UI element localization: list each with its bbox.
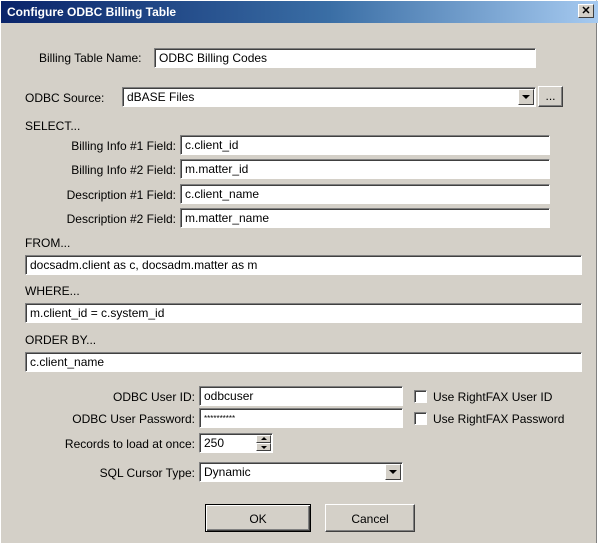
- billing-info-2-label: Billing Info #2 Field:: [71, 163, 176, 177]
- billing-info-2-input[interactable]: m.matter_id: [180, 159, 550, 179]
- ok-button[interactable]: OK: [205, 504, 311, 532]
- where-heading: WHERE...: [25, 284, 80, 298]
- description-2-input[interactable]: m.matter_name: [180, 208, 550, 228]
- sql-cursor-type-select[interactable]: Dynamic: [199, 462, 403, 482]
- description-1-label: Description #1 Field:: [66, 188, 176, 202]
- from-input[interactable]: docsadm.client as c, docsadm.matter as m: [25, 255, 582, 275]
- records-to-load-value: 250: [204, 436, 225, 450]
- order-by-value: c.client_name: [30, 355, 105, 369]
- odbc-user-password-label: ODBC User Password:: [72, 412, 195, 426]
- cancel-button[interactable]: Cancel: [325, 504, 415, 532]
- billing-table-name-value: ODBC Billing Codes: [159, 51, 268, 65]
- spin-up-icon[interactable]: [256, 435, 271, 443]
- close-icon: ✕: [581, 5, 591, 17]
- sql-cursor-type-label: SQL Cursor Type:: [99, 466, 195, 480]
- use-rightfax-user-id-checkbox[interactable]: [414, 390, 427, 403]
- description-1-value: c.client_name: [185, 187, 260, 201]
- odbc-user-password-value: **********: [204, 414, 236, 423]
- use-rightfax-user-id-label[interactable]: Use RightFAX User ID: [433, 390, 552, 404]
- odbc-user-id-label: ODBC User ID:: [112, 390, 195, 404]
- billing-info-1-label: Billing Info #1 Field:: [71, 139, 176, 153]
- use-rightfax-password-label[interactable]: Use RightFAX Password: [433, 412, 564, 426]
- from-value: docsadm.client as c, docsadm.matter as m: [30, 258, 258, 272]
- spin-down-icon[interactable]: [256, 443, 271, 451]
- billing-table-name-label: Billing Table Name:: [39, 51, 142, 65]
- billing-table-name-input[interactable]: ODBC Billing Codes: [154, 48, 536, 68]
- description-1-input[interactable]: c.client_name: [180, 184, 550, 204]
- select-heading: SELECT...: [25, 119, 81, 133]
- chevron-down-icon[interactable]: [518, 89, 534, 105]
- where-value: m.client_id = c.system_id: [30, 306, 165, 320]
- from-heading: FROM...: [25, 236, 71, 250]
- browse-odbc-source-button[interactable]: ...: [538, 86, 563, 107]
- chevron-down-icon[interactable]: [385, 464, 401, 480]
- odbc-user-id-value: odbcuser: [204, 389, 254, 403]
- window-title: Configure ODBC Billing Table: [7, 5, 177, 19]
- odbc-source-value: dBASE Files: [127, 90, 195, 104]
- description-2-value: m.matter_name: [185, 211, 270, 225]
- billing-info-2-value: m.matter_id: [185, 162, 249, 176]
- billing-info-1-input[interactable]: c.client_id: [180, 135, 550, 155]
- records-spinner[interactable]: [256, 435, 271, 451]
- where-input[interactable]: m.client_id = c.system_id: [25, 303, 582, 323]
- title-bar[interactable]: Configure ODBC Billing Table ✕: [1, 1, 598, 23]
- use-rightfax-password-checkbox[interactable]: [414, 412, 427, 425]
- odbc-source-select[interactable]: dBASE Files: [122, 87, 536, 107]
- odbc-user-id-input[interactable]: odbcuser: [199, 386, 403, 406]
- ok-button-label: OK: [249, 512, 267, 526]
- dialog-window: Configure ODBC Billing Table ✕ Billing T…: [0, 0, 598, 543]
- records-to-load-label: Records to load at once:: [64, 437, 195, 451]
- browse-button-label: ...: [545, 89, 556, 103]
- close-button[interactable]: ✕: [578, 4, 594, 18]
- records-to-load-input[interactable]: 250: [199, 433, 273, 453]
- order-by-input[interactable]: c.client_name: [25, 352, 582, 372]
- sql-cursor-type-value: Dynamic: [204, 465, 251, 479]
- order-by-heading: ORDER BY...: [25, 333, 97, 347]
- odbc-source-label: ODBC Source:: [25, 91, 105, 105]
- odbc-user-password-input[interactable]: **********: [199, 408, 403, 428]
- billing-info-1-value: c.client_id: [185, 138, 239, 152]
- description-2-label: Description #2 Field:: [66, 212, 176, 226]
- cancel-button-label: Cancel: [351, 512, 389, 526]
